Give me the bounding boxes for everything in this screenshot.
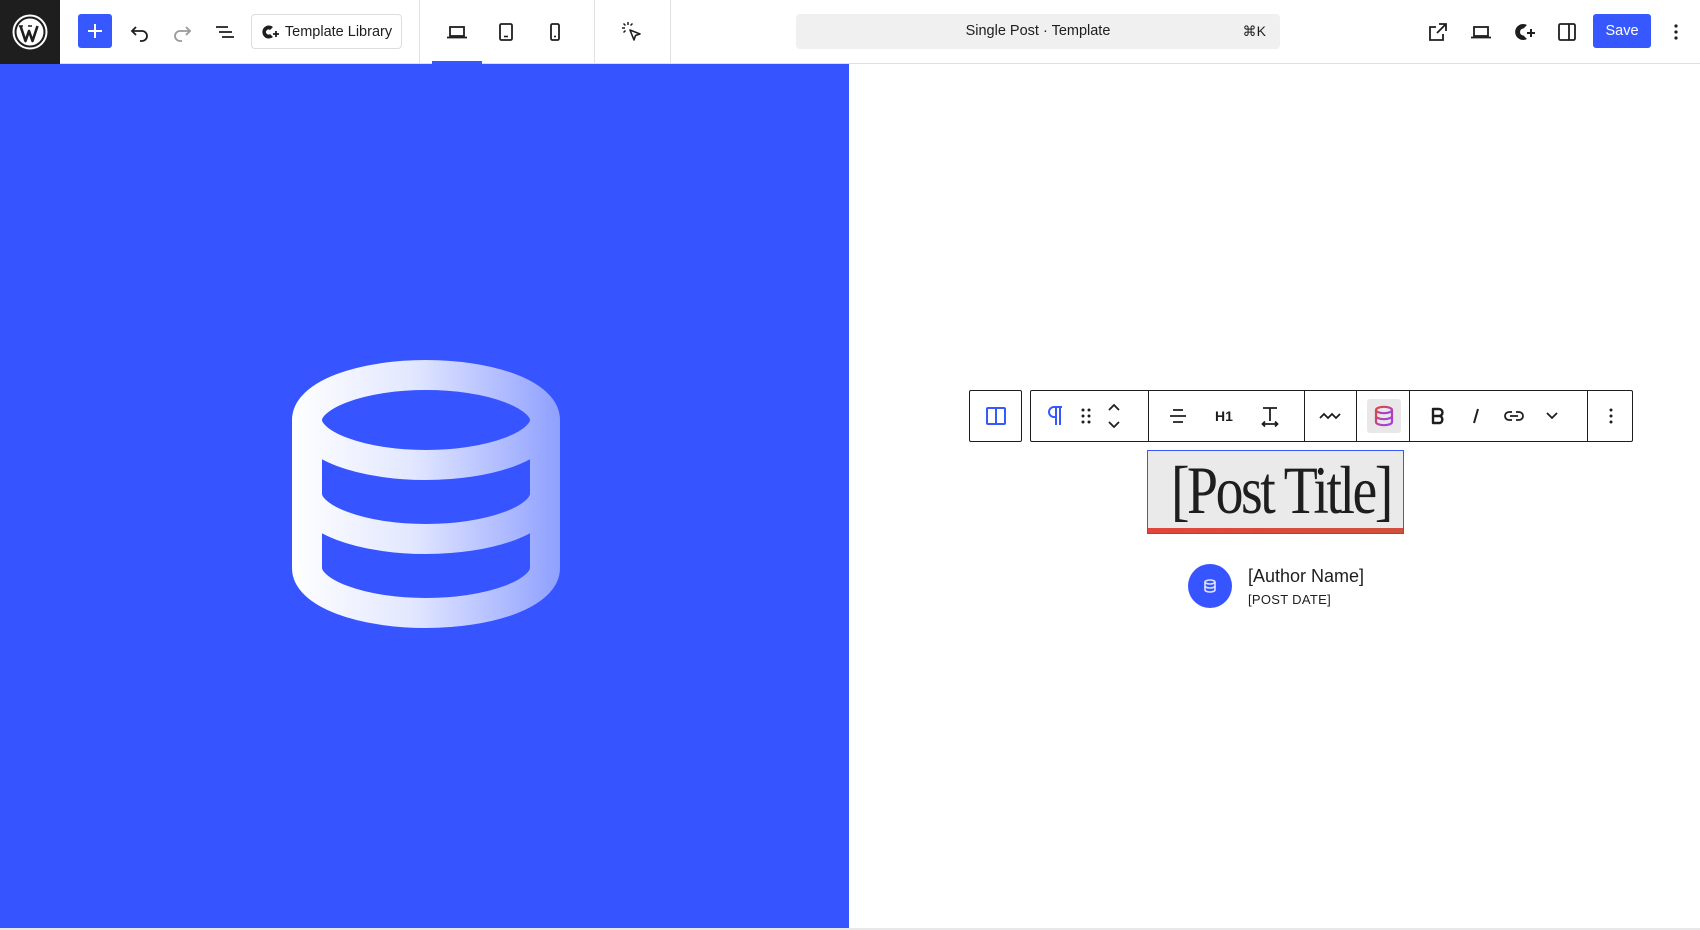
width-button[interactable]	[1253, 391, 1287, 441]
plus-icon	[88, 24, 102, 38]
more-formats-button[interactable]	[1535, 391, 1569, 441]
columns-icon	[985, 407, 1006, 425]
redo-icon	[174, 26, 192, 42]
template-library-button[interactable]: Template Library	[251, 14, 402, 49]
desktop-icon	[447, 26, 467, 39]
heading-level-button[interactable]: H1	[1207, 391, 1241, 441]
toolbar-divider	[1304, 391, 1305, 441]
document-overview-button[interactable]	[209, 16, 241, 48]
move-up-down-button[interactable]	[1099, 391, 1129, 441]
interactions-button[interactable]	[615, 16, 649, 48]
block-options-button[interactable]	[1594, 391, 1628, 441]
document-title: Single Post · Template	[965, 23, 1111, 39]
italic-button[interactable]	[1459, 391, 1493, 441]
paragraph-icon	[1048, 406, 1062, 425]
toolbar-divider	[1587, 391, 1588, 441]
title-underline-decoration	[1148, 528, 1403, 533]
more-vertical-icon	[1674, 24, 1678, 40]
ai-assistant-button[interactable]	[1507, 16, 1541, 48]
bold-button[interactable]	[1421, 391, 1455, 441]
text-width-icon	[1261, 407, 1279, 427]
header-divider	[670, 0, 671, 64]
undo-button[interactable]	[124, 16, 156, 48]
author-avatar[interactable]	[1188, 564, 1232, 608]
ai-sparkle-icon	[1515, 24, 1535, 40]
undo-icon	[130, 26, 148, 42]
device-desktop-button[interactable]	[440, 16, 474, 48]
header-divider	[594, 0, 595, 64]
drag-handle-icon	[1081, 408, 1091, 424]
redo-button[interactable]	[166, 16, 198, 48]
database-icon	[292, 360, 560, 628]
template-library-label: Template Library	[284, 23, 393, 40]
tablet-icon	[499, 23, 513, 41]
add-block-button[interactable]	[78, 14, 112, 48]
options-menu-button[interactable]	[1660, 16, 1692, 48]
author-name[interactable]: [Author Name]	[1248, 566, 1364, 587]
sidebar-toggle-icon	[1558, 23, 1576, 41]
database-gradient-icon	[1374, 405, 1394, 427]
preview-desktop-icon	[1471, 26, 1491, 39]
editor-header: Template Library Single Post · Template …	[0, 0, 1700, 64]
view-post-button[interactable]	[1421, 16, 1455, 48]
block-toolbar: H1	[1030, 390, 1633, 442]
squiggle-icon	[1319, 412, 1341, 420]
settings-sidebar-button[interactable]	[1550, 16, 1584, 48]
header-divider	[419, 0, 420, 64]
device-tablet-button[interactable]	[489, 16, 523, 48]
post-title-block[interactable]: [Post Title]	[1147, 450, 1404, 534]
command-shortcut: ⌘K	[1242, 23, 1266, 39]
wordpress-logo-icon[interactable]	[0, 0, 60, 64]
link-icon	[1504, 411, 1524, 421]
hero-image-column[interactable]	[0, 64, 849, 928]
post-date[interactable]: [POST DATE]	[1248, 592, 1331, 607]
device-mobile-button[interactable]	[538, 16, 572, 48]
list-view-icon	[216, 26, 234, 38]
library-sparkle-icon	[262, 25, 279, 38]
post-title[interactable]: [Post Title]	[1171, 451, 1393, 529]
chevron-down-icon	[1546, 412, 1558, 420]
database-block-button[interactable]	[1367, 399, 1401, 433]
toolbar-divider	[1356, 391, 1357, 441]
toolbar-divider	[1148, 391, 1149, 441]
block-type-button[interactable]	[1039, 391, 1073, 441]
cursor-sparkle-icon	[622, 22, 641, 41]
mobile-icon	[550, 23, 560, 41]
more-vertical-icon	[1609, 408, 1613, 424]
save-button[interactable]: Save	[1593, 14, 1651, 48]
squiggle-button[interactable]	[1313, 391, 1347, 441]
align-center-icon	[1170, 409, 1186, 423]
link-button[interactable]	[1497, 391, 1531, 441]
parent-block-selector[interactable]	[969, 390, 1022, 442]
preview-button[interactable]	[1464, 16, 1498, 48]
align-button[interactable]	[1161, 391, 1195, 441]
chevron-up-down-icon	[1108, 403, 1120, 429]
command-palette-bar[interactable]: Single Post · Template ⌘K	[796, 14, 1280, 49]
external-link-icon	[1429, 23, 1447, 41]
bold-icon	[1431, 407, 1444, 425]
database-icon	[1204, 579, 1216, 593]
italic-icon	[1473, 408, 1479, 424]
toolbar-divider	[1409, 391, 1410, 441]
drag-handle[interactable]	[1075, 391, 1097, 441]
